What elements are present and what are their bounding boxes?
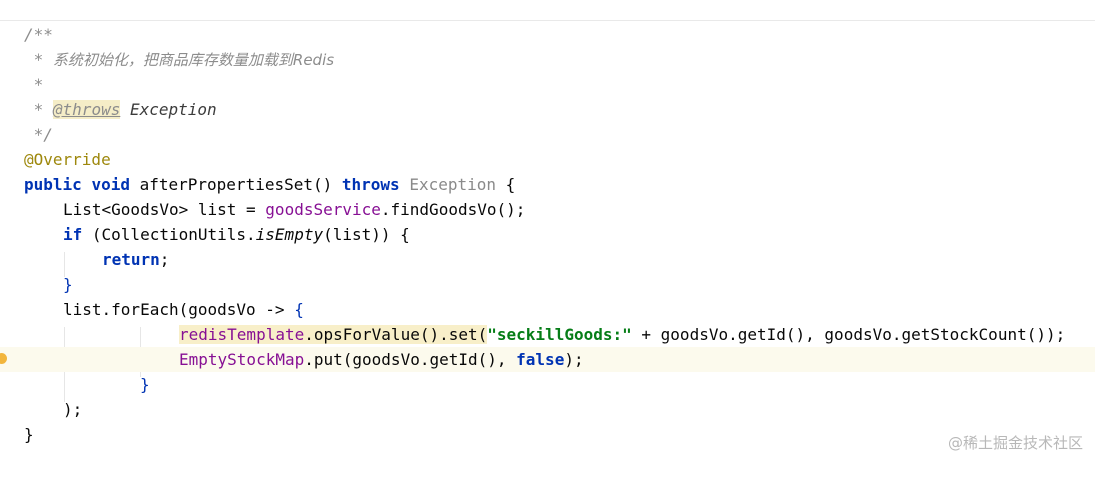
set-arguments: + goodsVo.getId(), goodsVo.getStockCount… (631, 325, 1066, 344)
if-condition-start: (CollectionUtils. (82, 225, 256, 244)
redis-template-field: redisTemplate (179, 325, 305, 344)
javadoc-throws-tag[interactable]: @throws (52, 100, 121, 119)
keyword-public: public (24, 175, 82, 194)
code-line-16: ); (0, 397, 1095, 422)
seckill-goods-string: "seckillGoods:" (487, 325, 632, 344)
code-line-3: * (0, 72, 1095, 97)
put-call-end: ); (564, 350, 584, 369)
code-line-5: */ (0, 122, 1095, 147)
lambda-open-brace: { (294, 300, 304, 319)
foreach-close: ); (63, 400, 83, 419)
keyword-false: false (516, 350, 565, 369)
is-empty-method: isEmpty (255, 225, 324, 244)
doc-comment-star: * (24, 75, 44, 94)
watermark-text: @稀土掘金技术社区 (947, 434, 1083, 452)
empty-stock-map-field: EmptyStockMap (179, 350, 305, 369)
code-line-15: } (0, 372, 1095, 397)
code-line-8: List<GoodsVo> list = goodsService.findGo… (0, 197, 1095, 222)
put-call: .put(goodsVo.getId(), (304, 350, 517, 369)
foreach-call: list.forEach(goodsVo -> (63, 300, 295, 319)
exception-type: Exception (409, 175, 497, 194)
goods-service-field: goodsService (265, 200, 381, 219)
semicolon: ; (159, 250, 170, 269)
lambda-close-brace: } (140, 375, 150, 394)
code-line-2: * 系统初始化，把商品库存数量加载到Redis (0, 47, 1095, 72)
keyword-throws: throws (341, 175, 400, 194)
keyword-if: if (63, 225, 83, 244)
code-line-11: } (0, 272, 1095, 297)
if-condition-end: (list)) { (323, 225, 410, 244)
code-line-9: if (CollectionUtils.isEmpty(list)) { (0, 222, 1095, 247)
doc-comment-text: 系统初始化，把商品库存数量加载到Redis (52, 51, 335, 69)
code-editor[interactable]: /** * 系统初始化，把商品库存数量加载到Redis * * @throws … (0, 22, 1095, 461)
method-signature: afterPropertiesSet() (129, 175, 342, 194)
keyword-void: void (91, 175, 130, 194)
code-line-10: return; (0, 247, 1095, 272)
code-line-14-current[interactable]: EmptyStockMap.put(goodsVo.getId(), false… (0, 347, 1095, 372)
close-brace: } (63, 275, 73, 294)
keyword-return: return (102, 250, 160, 269)
javadoc-exception-ref: Exception (120, 100, 217, 119)
code-line-7: public void afterPropertiesSet() throws … (0, 172, 1095, 197)
list-declaration: List<GoodsVo> list = (63, 200, 266, 219)
code-line-1: /** (0, 22, 1095, 47)
override-annotation: @Override (24, 150, 111, 169)
doc-comment-star: * (24, 100, 53, 119)
find-goods-call: .findGoodsVo(); (380, 200, 526, 219)
code-line-6: @Override (0, 147, 1095, 172)
code-line-12: list.forEach(goodsVo -> { (0, 297, 1095, 322)
ops-for-value-call: .opsForValue().set( (304, 325, 488, 344)
code-line-4: * @throws Exception (0, 97, 1095, 122)
open-brace: { (496, 175, 516, 194)
doc-comment-open: /** (24, 25, 53, 44)
intention-bulb-icon[interactable] (0, 353, 7, 364)
code-line-17: } (0, 422, 1095, 447)
doc-comment-star: * (24, 50, 53, 69)
doc-comment-close: */ (24, 125, 53, 144)
code-line-13: redisTemplate.opsForValue().set("seckill… (0, 322, 1095, 347)
editor-tab-bar (0, 0, 1095, 21)
method-close-brace: } (24, 425, 34, 444)
